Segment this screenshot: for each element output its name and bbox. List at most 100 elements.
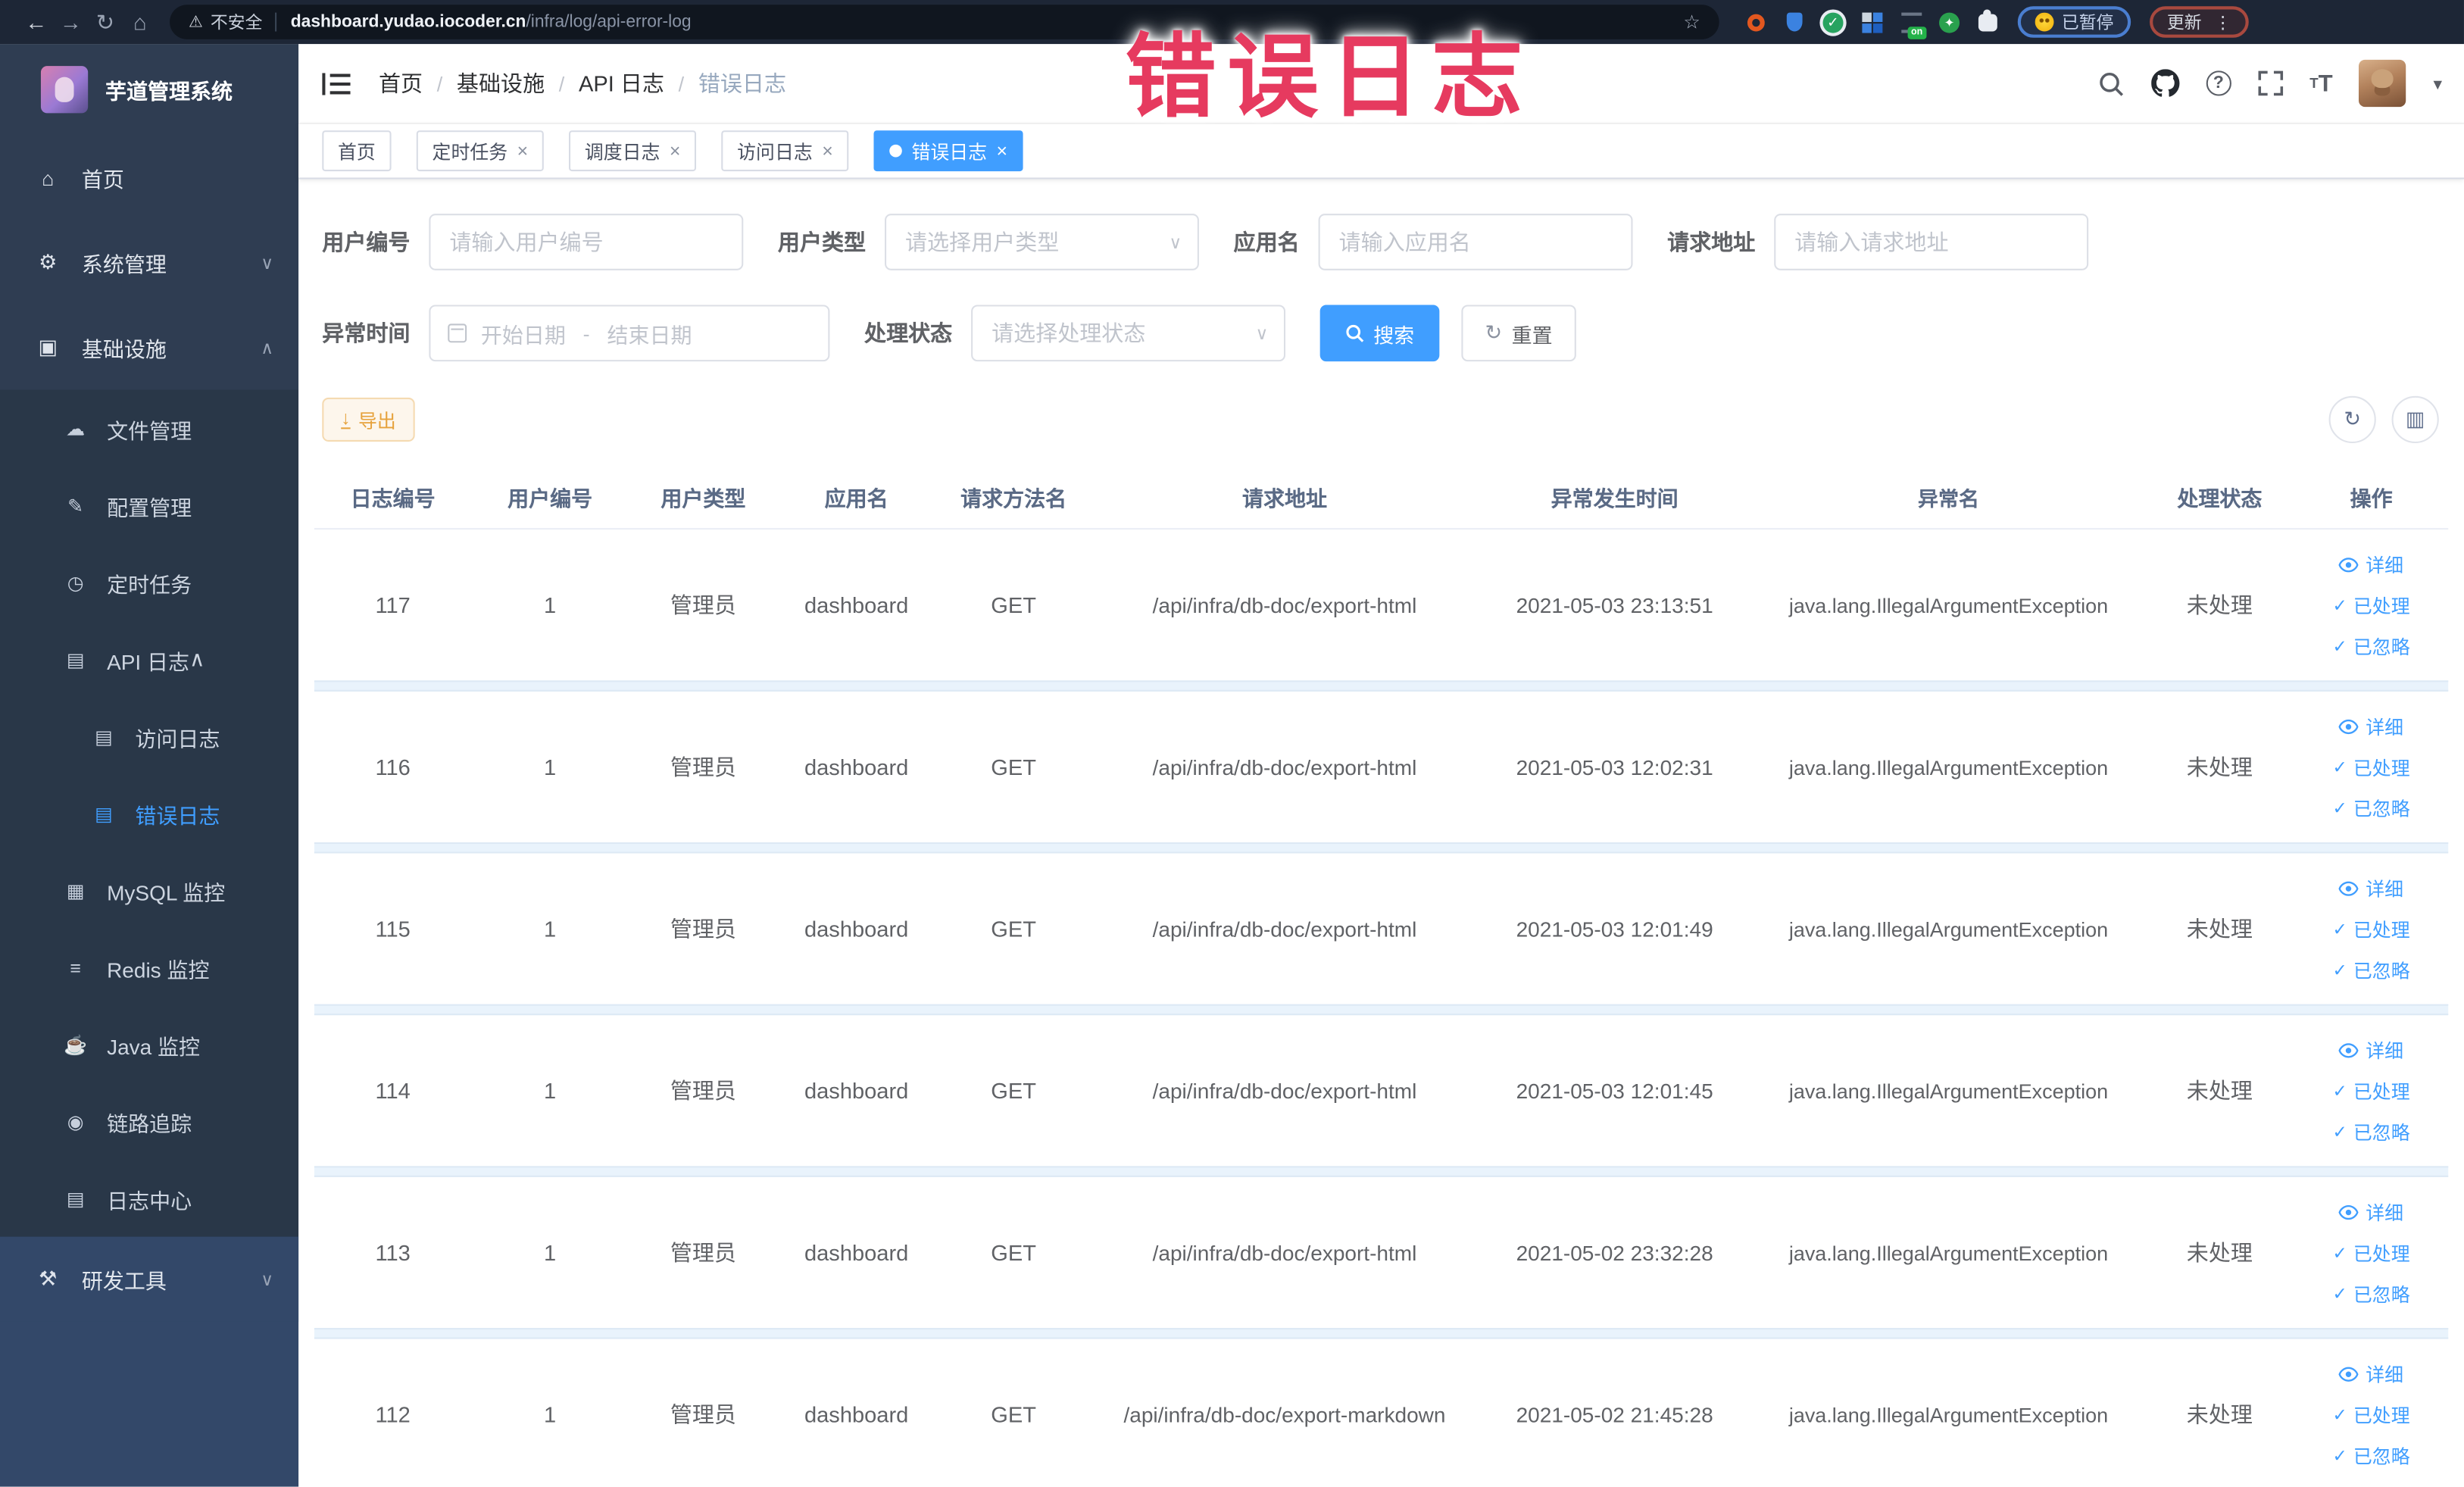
processed-link[interactable]: ✓ 已处理 — [2332, 1077, 2409, 1104]
filter-process-status: 处理状态 请选择处理状态 ∨ — [864, 305, 1286, 362]
check-icon: ✓ — [2332, 596, 2347, 616]
sidebar-item-error-log[interactable]: ▤ 错误日志 — [0, 775, 298, 852]
address-bar[interactable]: ⚠ 不安全 dashboard.yudao.iocoder.cn /infra/… — [170, 5, 1719, 39]
breadcrumb: 首页 / 基础设施 / API 日志 / 错误日志 — [379, 67, 786, 98]
sidebar-item-java-monitor[interactable]: ☕ Java 监控 — [0, 1006, 298, 1083]
close-icon[interactable]: × — [670, 140, 681, 162]
log-document-icon: ▤ — [66, 1187, 85, 1210]
security-label[interactable]: 不安全 — [211, 9, 262, 34]
user-id-input[interactable] — [429, 214, 744, 270]
tag-access-log[interactable]: 访问日志 × — [721, 130, 849, 172]
sidebar-toggle-icon[interactable] — [322, 71, 351, 95]
processed-link[interactable]: ✓ 已处理 — [2332, 754, 2409, 780]
github-icon[interactable] — [2150, 69, 2180, 97]
processed-link[interactable]: ✓ 已处理 — [2332, 915, 2409, 942]
detail-link[interactable]: 详细 — [2339, 1036, 2403, 1063]
processed-link[interactable]: ✓ 已处理 — [2332, 1401, 2409, 1428]
browser-forward-icon[interactable]: → — [54, 0, 89, 44]
extension-icon-on-badge[interactable]: on — [1900, 11, 1926, 39]
breadcrumb-item[interactable]: API 日志 — [579, 67, 664, 98]
sidebar-item-file-manage[interactable]: ☁ 文件管理 — [0, 390, 298, 467]
reset-button-label: 重置 — [1511, 323, 1553, 347]
user-type-select[interactable]: 请选择用户类型 ∨ — [884, 214, 1199, 270]
filter-request-url: 请求地址 — [1667, 214, 2089, 270]
extension-icon-grid[interactable] — [1860, 11, 1882, 33]
fullscreen-icon[interactable] — [2258, 70, 2283, 96]
field-label: 处理状态 — [864, 320, 953, 346]
close-icon[interactable]: × — [997, 140, 1008, 162]
browser-update-button[interactable]: 更新 ⋮ — [2150, 6, 2249, 38]
extension-icon-puzzle[interactable] — [1977, 8, 1999, 33]
tag-schedule-log[interactable]: 调度日志 × — [569, 130, 697, 172]
url-path: /infra/log/api-error-log — [526, 12, 692, 32]
reset-button[interactable]: ↻ 重置 — [1461, 305, 1576, 362]
ignored-link[interactable]: ✓ 已忽略 — [2332, 633, 2409, 659]
col-header-exception-time: 异常发生时间 — [1551, 487, 1679, 511]
sidebar-item-system[interactable]: ⚙ 系统管理 ∨ — [0, 220, 298, 305]
browser-menu-icon[interactable]: ⋮ — [2214, 12, 2231, 33]
browser-back-icon[interactable]: ← — [19, 0, 54, 44]
sidebar-item-mysql-monitor[interactable]: ▦ MySQL 监控 — [0, 851, 298, 929]
sidebar-item-access-log[interactable]: ▤ 访问日志 — [0, 698, 298, 775]
process-status-select[interactable]: 请选择处理状态 ∨ — [971, 305, 1286, 362]
extension-icon-shield[interactable] — [1784, 11, 1806, 33]
app-name-input[interactable] — [1318, 214, 1633, 270]
browser-reload-icon[interactable]: ↻ — [88, 0, 123, 44]
processed-link[interactable]: ✓ 已处理 — [2332, 1239, 2409, 1266]
sidebar-item-redis-monitor[interactable]: ≡ Redis 监控 — [0, 929, 298, 1006]
sidebar-logo[interactable]: 芋道管理系统 — [0, 44, 298, 135]
sidebar-item-scheduled-jobs[interactable]: ◷ 定时任务 — [0, 544, 298, 621]
ignored-link[interactable]: ✓ 已忽略 — [2332, 1118, 2409, 1145]
sidebar-item-dev-tools[interactable]: ⚒ 研发工具 ∨ — [0, 1236, 299, 1322]
avatar-caret-icon[interactable]: ▾ — [2433, 73, 2441, 94]
end-date-placeholder: 结束日期 — [607, 323, 692, 348]
detail-link[interactable]: 详细 — [2339, 875, 2403, 901]
search-button[interactable]: 搜索 — [1319, 305, 1440, 362]
tag-error-log[interactable]: 错误日志 × — [873, 130, 1023, 172]
tag-scheduled-jobs[interactable]: 定时任务 × — [416, 130, 544, 172]
breadcrumb-item[interactable]: 首页 — [379, 67, 423, 98]
help-icon[interactable]: ? — [2206, 70, 2231, 96]
processed-label: 已处理 — [2353, 1080, 2410, 1103]
sidebar-item-home[interactable]: ⌂ 首页 — [0, 135, 298, 220]
bookmark-star-icon[interactable]: ☆ — [1683, 11, 1700, 33]
profile-paused-badge[interactable]: 已暂停 — [2017, 6, 2131, 38]
extension-icon-green[interactable]: ✦ — [1939, 11, 1960, 33]
stack-icon: ≡ — [70, 956, 81, 979]
close-icon[interactable]: × — [822, 140, 833, 162]
eye-icon: ◉ — [67, 1110, 84, 1132]
ignored-link[interactable]: ✓ 已忽略 — [2332, 1442, 2409, 1468]
extension-icon-orange[interactable] — [1744, 11, 1766, 33]
search-icon[interactable] — [2097, 70, 2124, 96]
table-row: 113 1 管理员 dashboard GET /api/infra/db-do… — [314, 1177, 2448, 1328]
export-button[interactable]: ↓ 导出 — [322, 397, 415, 442]
detail-link[interactable]: 详细 — [2339, 1198, 2403, 1225]
detail-link[interactable]: 详细 — [2339, 1360, 2403, 1387]
sidebar-item-label: 系统管理 — [81, 253, 167, 277]
field-label: 应用名 — [1233, 229, 1300, 255]
breadcrumb-item[interactable]: 基础设施 — [457, 67, 545, 98]
browser-home-icon[interactable]: ⌂ — [123, 0, 158, 44]
ignored-link[interactable]: ✓ 已忽略 — [2332, 1280, 2409, 1307]
processed-link[interactable]: ✓ 已处理 — [2332, 592, 2409, 618]
extension-icon-green-check[interactable]: ✓ — [1822, 11, 1844, 33]
sidebar-item-infra[interactable]: ▣ 基础设施 ∧ — [0, 305, 298, 389]
request-url-input[interactable] — [1774, 214, 2089, 270]
cell-user-id: 1 — [544, 754, 557, 780]
ignored-link[interactable]: ✓ 已忽略 — [2332, 795, 2409, 821]
sidebar-item-tracing[interactable]: ◉ 链路追踪 — [0, 1082, 298, 1160]
font-size-icon[interactable]: TT — [2309, 70, 2332, 96]
close-icon[interactable]: × — [517, 140, 529, 162]
date-range-picker[interactable]: 开始日期 - 结束日期 — [429, 305, 830, 362]
detail-link[interactable]: 详细 — [2339, 551, 2403, 577]
column-settings-button[interactable]: ▥ — [2391, 395, 2439, 444]
sidebar-item-config-manage[interactable]: ✎ 配置管理 — [0, 467, 298, 544]
sidebar-item-api-log[interactable]: ▤ API 日志 ∧ — [0, 620, 298, 698]
avatar[interactable] — [2359, 59, 2407, 108]
refresh-button[interactable]: ↻ — [2328, 395, 2376, 444]
tag-home[interactable]: 首页 — [322, 130, 392, 172]
cell-app-name: dashboard — [804, 1401, 909, 1427]
ignored-link[interactable]: ✓ 已忽略 — [2332, 956, 2409, 982]
sidebar-item-log-center[interactable]: ▤ 日志中心 — [0, 1160, 298, 1237]
detail-link[interactable]: 详细 — [2339, 713, 2403, 739]
